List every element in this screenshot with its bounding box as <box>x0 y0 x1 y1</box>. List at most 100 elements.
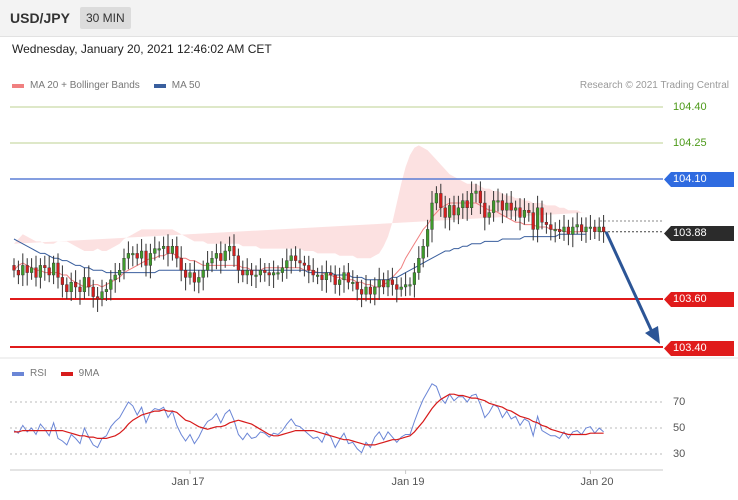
candle-body <box>60 277 64 285</box>
candle-body <box>373 286 377 295</box>
candle-body <box>78 286 82 293</box>
candle-body <box>276 272 280 275</box>
candle-body <box>360 289 364 295</box>
candle-body <box>316 274 320 277</box>
candle-body <box>324 272 328 281</box>
candle-body <box>509 202 513 211</box>
candle-body <box>249 270 254 276</box>
level-tag-103-40: 103.40 <box>664 341 734 356</box>
level-tag-103-60: 103.60 <box>664 292 734 307</box>
candle-body <box>474 190 478 194</box>
candle-body <box>505 202 509 211</box>
candle-body <box>404 284 408 288</box>
candle-body <box>566 226 570 235</box>
candle-body <box>536 207 540 230</box>
level-label-104-40: 104.40 <box>673 101 707 113</box>
candle-body <box>571 226 575 235</box>
candle-body <box>205 262 210 271</box>
candle-body <box>302 262 306 266</box>
candle-body <box>470 193 474 208</box>
rsi-tick-70: 70 <box>673 396 686 408</box>
candle-body <box>426 229 430 247</box>
candle-body <box>465 200 469 209</box>
candle-body <box>386 279 390 288</box>
candle-body <box>82 277 86 292</box>
candle-body <box>104 289 108 292</box>
candle-body <box>333 274 337 285</box>
candle-body <box>254 274 258 277</box>
candle-body <box>47 267 51 276</box>
candle-body <box>553 229 557 232</box>
candle-body <box>580 224 584 233</box>
candle-body <box>139 250 144 259</box>
candle-body <box>558 229 562 232</box>
candle-body <box>56 262 60 278</box>
candle-body <box>227 245 232 252</box>
candle-body <box>412 272 416 285</box>
candle-body <box>584 226 588 233</box>
candle-body <box>25 265 29 273</box>
candle-body <box>320 274 324 280</box>
level-label-104-25: 104.25 <box>673 137 707 149</box>
candle-body <box>492 200 496 213</box>
candle-body <box>430 202 434 230</box>
candle-body <box>153 248 157 254</box>
candle-body <box>170 245 174 254</box>
candle-body <box>461 200 465 209</box>
candle-body <box>368 286 372 295</box>
candle-body <box>144 250 148 266</box>
candle-body <box>179 258 183 271</box>
candle-body <box>131 253 135 256</box>
candle-body <box>272 272 276 276</box>
candle-body <box>197 277 201 283</box>
candle-body <box>100 291 104 300</box>
candle-body <box>338 279 342 285</box>
candle-body <box>91 286 95 297</box>
candle-body <box>219 253 223 261</box>
candle-body <box>201 270 205 278</box>
candle-body <box>161 245 166 249</box>
x-tick-jan-19: Jan 19 <box>391 476 425 488</box>
target-arrow-head <box>645 326 660 344</box>
candle-body <box>342 272 346 281</box>
candle-body <box>175 245 179 259</box>
candle-body <box>73 282 78 288</box>
candle-body <box>166 245 170 254</box>
candle-body <box>593 226 597 233</box>
candle-body <box>188 272 192 278</box>
candle-body <box>382 279 386 288</box>
candle-body <box>232 245 236 256</box>
candle-body <box>192 272 196 283</box>
candle-body <box>34 267 38 278</box>
candle-body <box>223 250 227 261</box>
candle-body <box>258 270 262 276</box>
candle-body <box>148 253 152 266</box>
candle-body <box>575 224 579 228</box>
candle-body <box>289 255 293 261</box>
candle-body <box>448 205 452 218</box>
candle-body <box>210 258 214 264</box>
candle-body <box>597 226 601 233</box>
x-tick-jan-17: Jan 17 <box>171 476 205 488</box>
target-arrow-line <box>604 231 655 335</box>
candle-body <box>43 265 47 268</box>
candle-body <box>12 265 16 271</box>
candle-body <box>307 265 311 271</box>
candle-body <box>540 207 544 223</box>
candle-body <box>452 205 456 216</box>
candle-body <box>522 209 526 218</box>
candle-body <box>87 277 91 288</box>
candle-body <box>439 193 443 208</box>
candle-body <box>408 284 412 287</box>
candle-body <box>157 248 161 251</box>
candle-body <box>21 265 25 276</box>
candle-body <box>390 279 394 285</box>
candle-body <box>478 190 482 204</box>
candle-body <box>527 209 531 213</box>
candle-body <box>518 207 522 218</box>
candle-body <box>241 270 245 276</box>
candle-body <box>109 279 113 290</box>
x-tick-jan-20: Jan 20 <box>580 476 614 488</box>
candle-body <box>395 284 399 290</box>
candle-body <box>500 200 504 211</box>
